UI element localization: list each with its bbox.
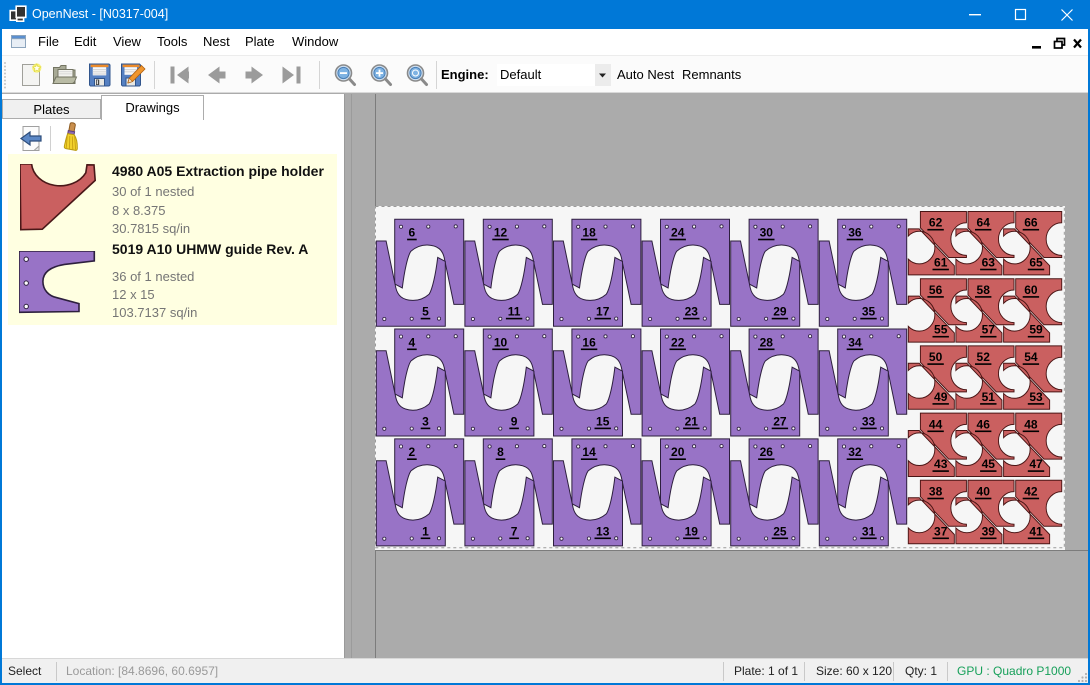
- svg-text:32: 32: [848, 445, 862, 459]
- svg-text:22: 22: [671, 335, 685, 349]
- svg-text:55: 55: [934, 322, 948, 336]
- svg-text:1: 1: [422, 524, 429, 538]
- svg-text:14: 14: [582, 445, 596, 459]
- svg-text:36: 36: [848, 225, 862, 239]
- svg-text:57: 57: [982, 322, 996, 336]
- svg-text:43: 43: [934, 457, 948, 471]
- svg-text:29: 29: [773, 304, 787, 318]
- svg-text:11: 11: [508, 304, 521, 318]
- svg-text:25: 25: [773, 524, 787, 538]
- svg-text:44: 44: [929, 417, 943, 431]
- svg-text:63: 63: [982, 255, 996, 269]
- svg-text:20: 20: [671, 445, 685, 459]
- svg-text:50: 50: [929, 350, 943, 364]
- svg-text:23: 23: [685, 304, 699, 318]
- svg-text:40: 40: [977, 484, 991, 498]
- svg-text:39: 39: [982, 524, 996, 538]
- svg-text:62: 62: [929, 215, 943, 229]
- svg-text:24: 24: [671, 225, 685, 239]
- svg-text:37: 37: [934, 524, 948, 538]
- svg-text:15: 15: [596, 414, 610, 428]
- svg-text:56: 56: [929, 282, 943, 296]
- svg-text:59: 59: [1029, 322, 1043, 336]
- svg-text:52: 52: [977, 350, 991, 364]
- svg-text:8: 8: [497, 445, 504, 459]
- svg-text:51: 51: [982, 389, 996, 403]
- svg-text:34: 34: [848, 335, 862, 349]
- svg-text:28: 28: [760, 335, 774, 349]
- svg-text:47: 47: [1029, 457, 1043, 471]
- svg-text:26: 26: [760, 445, 774, 459]
- svg-text:61: 61: [934, 255, 948, 269]
- svg-text:58: 58: [977, 282, 991, 296]
- svg-text:13: 13: [596, 524, 610, 538]
- svg-text:12: 12: [494, 225, 508, 239]
- svg-text:30: 30: [760, 225, 774, 239]
- svg-text:4: 4: [409, 335, 416, 349]
- svg-text:3: 3: [422, 414, 429, 428]
- svg-text:6: 6: [409, 225, 416, 239]
- svg-text:46: 46: [977, 417, 991, 431]
- svg-text:60: 60: [1024, 282, 1038, 296]
- svg-text:53: 53: [1029, 389, 1043, 403]
- svg-text:5: 5: [422, 304, 429, 318]
- svg-text:49: 49: [934, 389, 948, 403]
- svg-text:27: 27: [773, 414, 787, 428]
- svg-text:31: 31: [862, 524, 876, 538]
- svg-text:48: 48: [1024, 417, 1038, 431]
- svg-text:65: 65: [1029, 255, 1043, 269]
- svg-text:18: 18: [582, 225, 596, 239]
- svg-text:35: 35: [862, 304, 876, 318]
- svg-text:2: 2: [409, 445, 416, 459]
- svg-text:16: 16: [582, 335, 596, 349]
- svg-text:38: 38: [929, 484, 943, 498]
- svg-text:42: 42: [1024, 484, 1038, 498]
- svg-text:54: 54: [1024, 350, 1038, 364]
- svg-text:19: 19: [685, 524, 699, 538]
- svg-text:45: 45: [982, 457, 996, 471]
- svg-text:9: 9: [511, 414, 518, 428]
- svg-text:64: 64: [977, 215, 991, 229]
- svg-text:33: 33: [862, 414, 876, 428]
- svg-text:10: 10: [494, 335, 508, 349]
- svg-text:41: 41: [1029, 524, 1043, 538]
- svg-text:7: 7: [511, 524, 518, 538]
- svg-text:66: 66: [1024, 215, 1038, 229]
- svg-text:21: 21: [685, 414, 699, 428]
- svg-text:17: 17: [596, 304, 610, 318]
